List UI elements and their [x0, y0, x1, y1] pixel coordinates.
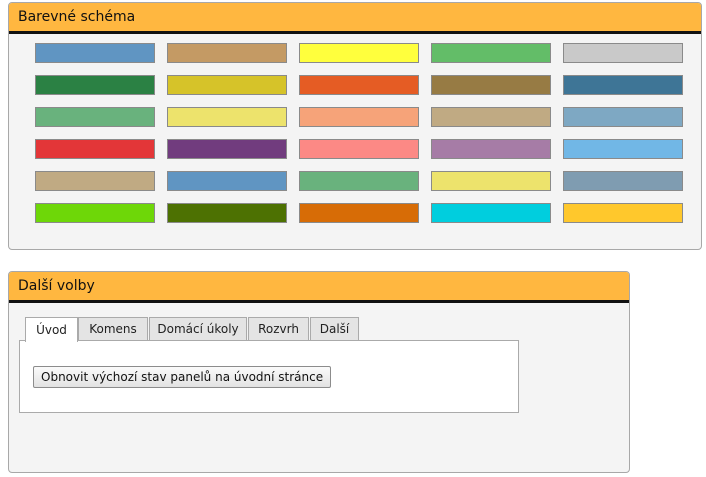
tab-uvod[interactable]: Úvod: [25, 317, 78, 342]
tab-dalsi[interactable]: Další: [310, 317, 359, 340]
tab-content-uvod: Obnovit výchozí stav panelů na úvodní st…: [19, 340, 519, 413]
color-swatch[interactable]: [563, 107, 683, 127]
color-swatch[interactable]: [167, 171, 287, 191]
color-scheme-header: Barevné schéma: [9, 3, 701, 34]
color-swatch[interactable]: [431, 43, 551, 63]
color-swatch[interactable]: [299, 171, 419, 191]
color-swatch[interactable]: [35, 139, 155, 159]
color-swatch[interactable]: [299, 203, 419, 223]
color-swatch[interactable]: [167, 107, 287, 127]
color-swatch[interactable]: [563, 171, 683, 191]
color-swatch[interactable]: [431, 171, 551, 191]
color-swatch[interactable]: [35, 75, 155, 95]
more-options-title: Další volby: [18, 278, 95, 294]
color-swatch[interactable]: [167, 139, 287, 159]
color-swatch[interactable]: [35, 203, 155, 223]
color-scheme-title: Barevné schéma: [18, 9, 136, 25]
tab-komens[interactable]: Komens: [78, 317, 148, 340]
more-options-panel: Další volby Úvod Komens Domácí úkoly Roz…: [8, 271, 630, 473]
color-swatch[interactable]: [563, 139, 683, 159]
more-options-header: Další volby: [9, 272, 629, 303]
reset-panels-button[interactable]: Obnovit výchozí stav panelů na úvodní st…: [33, 366, 332, 388]
color-swatch[interactable]: [35, 171, 155, 191]
tab-domaci-ukoly[interactable]: Domácí úkoly: [149, 317, 247, 340]
color-swatch[interactable]: [563, 203, 683, 223]
color-swatch[interactable]: [299, 107, 419, 127]
color-swatch[interactable]: [35, 43, 155, 63]
color-swatch[interactable]: [431, 107, 551, 127]
color-swatch[interactable]: [299, 43, 419, 63]
color-swatch[interactable]: [299, 139, 419, 159]
tab-rozvrh[interactable]: Rozvrh: [248, 317, 309, 340]
color-swatch[interactable]: [431, 75, 551, 95]
color-swatch[interactable]: [563, 43, 683, 63]
color-swatch[interactable]: [35, 107, 155, 127]
color-scheme-panel: Barevné schéma: [8, 2, 702, 250]
color-swatch[interactable]: [431, 139, 551, 159]
color-swatch[interactable]: [167, 43, 287, 63]
color-swatch[interactable]: [431, 203, 551, 223]
color-swatch[interactable]: [167, 75, 287, 95]
color-swatch[interactable]: [167, 203, 287, 223]
color-swatch[interactable]: [299, 75, 419, 95]
color-swatch[interactable]: [563, 75, 683, 95]
